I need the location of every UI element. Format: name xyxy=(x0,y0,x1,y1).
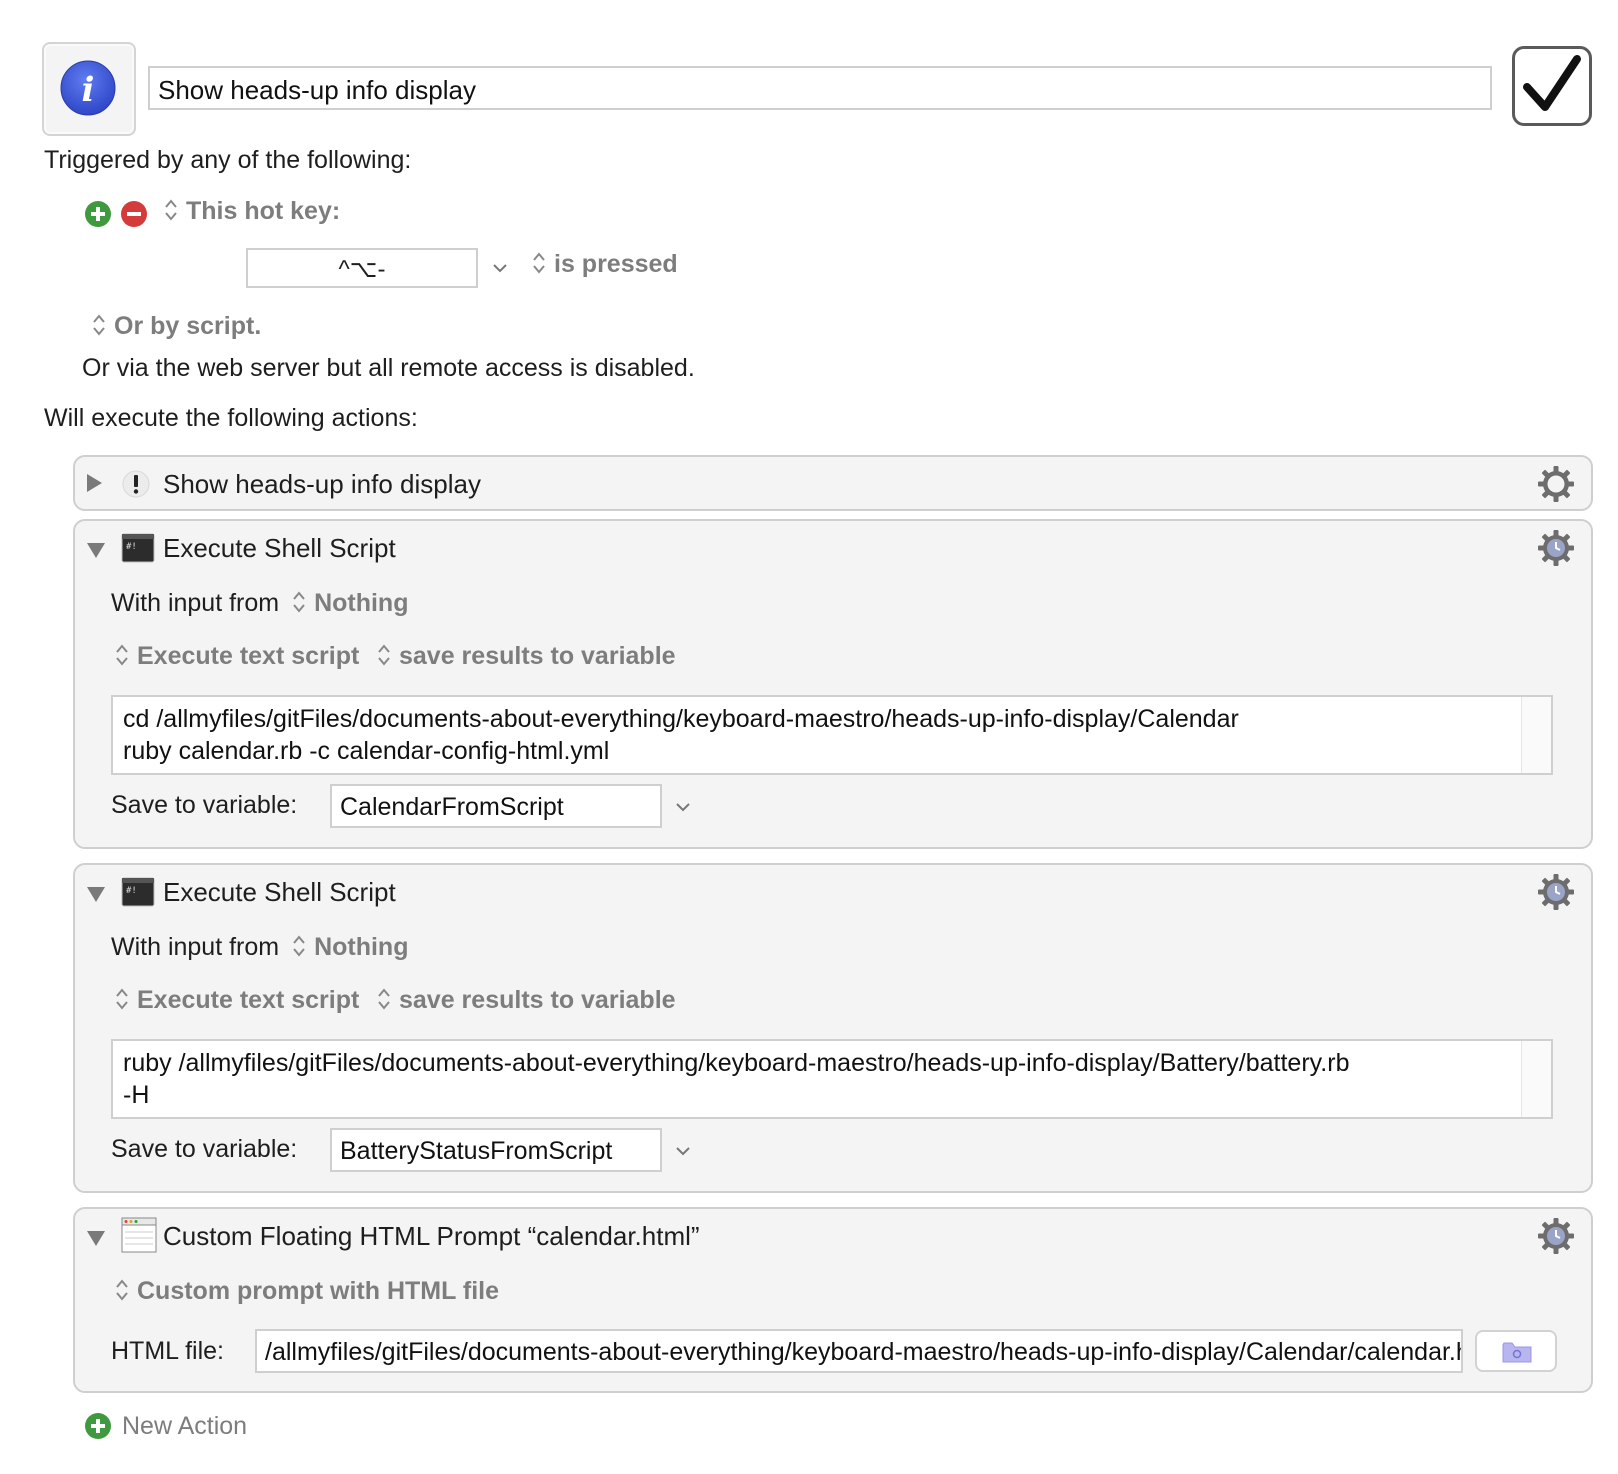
web-server-note: Or via the web server but all remote acc… xyxy=(82,354,695,382)
updown-arrows-icon xyxy=(115,1277,129,1303)
chevron-down-icon[interactable] xyxy=(675,1145,691,1157)
actions-heading: Will execute the following actions: xyxy=(44,404,418,432)
triggers-heading: Triggered by any of the following: xyxy=(44,146,412,174)
svg-text:#!: #! xyxy=(126,542,137,552)
disclosure-expanded-icon[interactable] xyxy=(87,543,105,558)
script-text-area[interactable]: ruby /allmyfiles/gitFiles/documents-abou… xyxy=(111,1039,1553,1119)
html-file-path-field[interactable]: /allmyfiles/gitFiles/documents-about-eve… xyxy=(255,1329,1463,1373)
terminal-icon: #! xyxy=(121,877,155,907)
gear-clock-icon[interactable] xyxy=(1537,1217,1575,1255)
folder-icon xyxy=(1502,1342,1532,1363)
input-from-label: With input from xyxy=(111,933,280,961)
svg-text:#!: #! xyxy=(126,886,137,896)
choose-file-button[interactable] xyxy=(1475,1330,1557,1372)
script-line: ruby calendar.rb -c calendar-config-html… xyxy=(123,737,610,765)
gear-icon[interactable] xyxy=(1537,465,1575,503)
hotkey-condition-popup[interactable]: is pressed xyxy=(532,250,678,279)
gear-clock-icon[interactable] xyxy=(1537,529,1575,567)
gear-clock-icon[interactable] xyxy=(1537,873,1575,911)
add-action-icon[interactable] xyxy=(84,1412,112,1440)
chevron-down-icon[interactable] xyxy=(675,801,691,813)
updown-arrows-icon xyxy=(292,589,306,615)
input-from-label: With input from xyxy=(111,589,280,617)
hotkey-condition-label: is pressed xyxy=(554,250,678,278)
updown-arrows-icon xyxy=(115,986,129,1012)
new-action-button[interactable]: New Action xyxy=(122,1412,247,1441)
updown-arrows-icon xyxy=(377,986,391,1012)
input-from-row: With input from Nothing xyxy=(111,933,408,962)
input-from-popup[interactable]: Nothing xyxy=(292,933,408,961)
input-from-popup[interactable]: Nothing xyxy=(292,589,408,617)
variable-name-field[interactable]: CalendarFromScript xyxy=(330,784,662,828)
terminal-icon: #! xyxy=(121,533,155,563)
macro-icon-well[interactable]: i xyxy=(42,42,136,136)
checkmark-icon xyxy=(1523,55,1581,111)
result-type-popup[interactable]: save results to variable xyxy=(377,986,676,1015)
variable-name-field[interactable]: BatteryStatusFromScript xyxy=(330,1128,662,1172)
action-shell-script-battery[interactable]: #! Execute Shell Script With input from … xyxy=(73,863,1593,1193)
script-line: ruby /allmyfiles/gitFiles/documents-abou… xyxy=(123,1049,1350,1077)
scrollbar[interactable] xyxy=(1521,1041,1551,1117)
svg-text:i: i xyxy=(82,70,95,110)
chevron-down-icon[interactable] xyxy=(492,262,508,274)
script-line: cd /allmyfiles/gitFiles/documents-about-… xyxy=(123,705,1239,733)
updown-arrows-icon xyxy=(377,642,391,668)
updown-arrows-icon xyxy=(164,197,178,223)
disclosure-expanded-icon[interactable] xyxy=(87,887,105,902)
macro-name-field[interactable]: Show heads-up info display xyxy=(148,66,1492,110)
action-shell-script-calendar[interactable]: #! Execute Shell Script With input from … xyxy=(73,519,1593,849)
disclosure-collapsed-icon[interactable] xyxy=(87,474,102,492)
info-icon: i xyxy=(60,60,116,116)
action-title: Execute Shell Script xyxy=(163,877,396,907)
action-show-heads-up[interactable]: Show heads-up info display xyxy=(73,455,1593,511)
trigger-type-label: This hot key: xyxy=(186,197,341,225)
exclamation-icon xyxy=(122,470,150,498)
add-trigger-icon[interactable] xyxy=(84,200,112,228)
disclosure-expanded-icon[interactable] xyxy=(87,1231,105,1246)
updown-arrows-icon xyxy=(92,312,106,338)
trigger-type-popup[interactable]: This hot key: xyxy=(164,197,340,226)
updown-arrows-icon xyxy=(532,250,546,276)
prompt-type-popup[interactable]: Custom prompt with HTML file xyxy=(115,1277,499,1306)
html-file-label: HTML file: xyxy=(111,1337,224,1365)
save-to-variable-label: Save to variable: xyxy=(111,791,298,819)
script-text-area[interactable]: cd /allmyfiles/gitFiles/documents-about-… xyxy=(111,695,1553,775)
or-by-script-popup[interactable]: Or by script. xyxy=(92,312,261,341)
script-line: -H xyxy=(123,1081,150,1109)
updown-arrows-icon xyxy=(292,933,306,959)
action-html-prompt[interactable]: Custom Floating HTML Prompt “calendar.ht… xyxy=(73,1207,1593,1393)
window-icon xyxy=(121,1217,157,1253)
updown-arrows-icon xyxy=(115,642,129,668)
action-title: Custom Floating HTML Prompt “calendar.ht… xyxy=(163,1221,700,1251)
action-title: Show heads-up info display xyxy=(163,469,481,499)
macro-enabled-checkbox[interactable] xyxy=(1512,46,1592,126)
result-type-popup[interactable]: save results to variable xyxy=(377,642,676,671)
or-by-script-label: Or by script. xyxy=(114,312,262,340)
script-type-popup[interactable]: Execute text script xyxy=(115,642,359,671)
scrollbar[interactable] xyxy=(1521,697,1551,773)
hotkey-field[interactable]: ^⌥- xyxy=(246,248,478,288)
script-type-popup[interactable]: Execute text script xyxy=(115,986,359,1015)
remove-trigger-icon[interactable] xyxy=(120,200,148,228)
input-from-row: With input from Nothing xyxy=(111,589,408,618)
save-to-variable-label: Save to variable: xyxy=(111,1135,298,1163)
action-title: Execute Shell Script xyxy=(163,533,396,563)
